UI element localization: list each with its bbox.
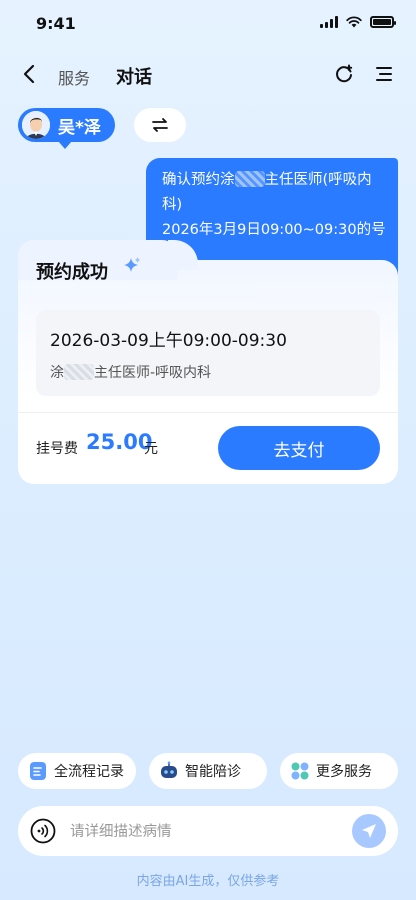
fee-unit: 元 (144, 441, 158, 457)
slot-time: 2026-03-09上午09:00-09:30 (50, 331, 287, 351)
switch-patient-button[interactable] (134, 108, 186, 142)
nav-actions (332, 62, 396, 86)
menu-icon[interactable] (372, 62, 396, 86)
sparkle-icon (124, 257, 141, 272)
avatar-icon (22, 111, 50, 139)
quick-action-label: 全流程记录 (54, 764, 124, 780)
top-navigation: 服务 对话 (0, 52, 416, 96)
robot-icon (161, 761, 177, 778)
tab-service[interactable]: 服务 (58, 65, 90, 89)
new-chat-icon[interactable] (332, 62, 356, 86)
send-button[interactable] (352, 814, 386, 848)
status-icons (320, 16, 396, 28)
redacted-name (234, 171, 265, 187)
fee-label: 挂号费 (36, 441, 78, 457)
back-arrow-icon[interactable] (18, 62, 42, 86)
redacted-name (64, 364, 94, 380)
avatar (22, 111, 50, 139)
grid-icon (291, 762, 309, 780)
tab-chat[interactable]: 对话 (116, 63, 152, 89)
swap-icon (152, 118, 168, 132)
ai-disclaimer: 内容由AI生成，仅供参考 (136, 874, 280, 889)
card-title: 预约成功 (36, 262, 108, 283)
message-input[interactable] (68, 806, 342, 858)
fee-amount: 25.00 (86, 430, 153, 454)
send-icon (362, 824, 376, 838)
status-time: 9:41 (36, 14, 76, 33)
patient-name: 吴*泽 (58, 117, 101, 138)
patient-selector[interactable]: 吴*泽 (18, 108, 115, 149)
quick-action-label: 智能陪诊 (185, 764, 241, 780)
pay-button[interactable]: 去支付 (218, 426, 380, 470)
user-message-line1: 确认预约涂 主任医师(呼吸内科) (162, 171, 372, 213)
document-icon (30, 762, 46, 780)
status-bar: 9:41 (0, 0, 416, 44)
booking-success-card: 预约成功 2026-03-09上午09:00-09:30 涂主任医师-呼吸内科 … (18, 240, 398, 484)
signal-icon (320, 16, 338, 28)
quick-action-smart-escort[interactable]: 智能陪诊 (149, 753, 267, 789)
card-footer: 挂号费 25.00 元 去支付 (18, 412, 398, 484)
appointment-slot: 2026-03-09上午09:00-09:30 涂主任医师-呼吸内科 (36, 310, 380, 396)
quick-action-label: 更多服务 (316, 764, 372, 780)
slot-doctor: 涂主任医师-呼吸内科 (50, 364, 212, 381)
battery-icon (370, 16, 396, 28)
message-input-bar (18, 806, 398, 858)
wifi-icon (346, 16, 362, 28)
quick-action-full-record[interactable]: 全流程记录 (18, 753, 136, 789)
voice-icon[interactable] (30, 818, 56, 844)
quick-action-more-services[interactable]: 更多服务 (280, 753, 398, 789)
divider (18, 412, 398, 413)
